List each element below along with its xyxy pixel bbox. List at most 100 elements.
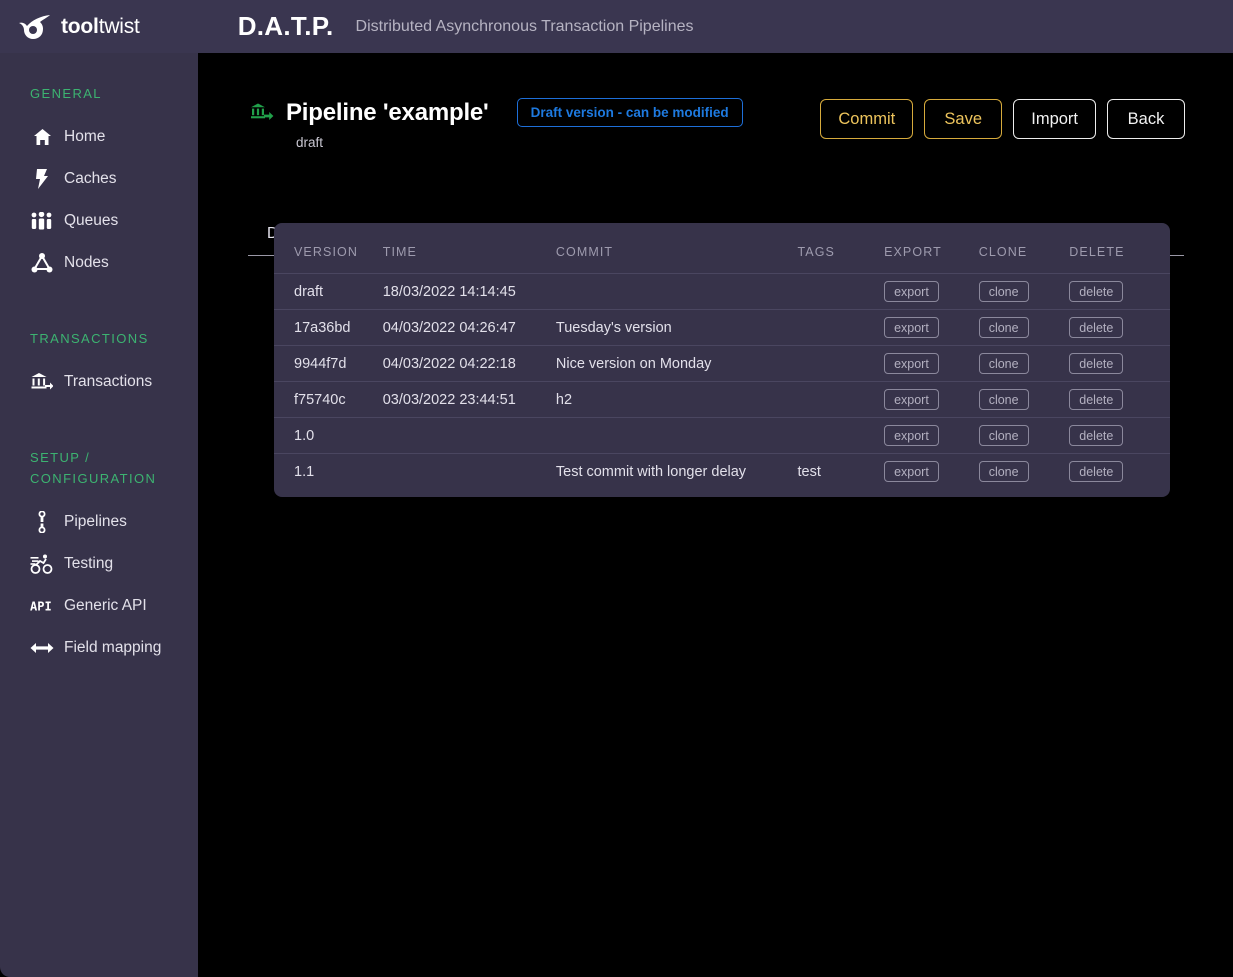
- delete-button[interactable]: delete: [1069, 317, 1124, 338]
- sidebar-item-label: Generic API: [64, 597, 147, 614]
- clone-button[interactable]: clone: [978, 461, 1029, 482]
- brand-text: tooltwist: [61, 15, 140, 39]
- cell-version: 17a36bd: [274, 309, 383, 346]
- cell-tags: [797, 273, 885, 310]
- delete-button[interactable]: delete: [1069, 281, 1124, 302]
- sidebar-item-label: Transactions: [64, 373, 153, 390]
- cell-delete: delete: [1069, 381, 1170, 418]
- lightning-bolt-icon: [30, 168, 54, 190]
- cell-export: export: [884, 273, 979, 310]
- sidebar-item-label: Home: [64, 128, 106, 145]
- api-icon: API: [30, 595, 54, 617]
- sidebar-section-transactions: TRANSACTIONS: [30, 331, 149, 346]
- delete-button[interactable]: delete: [1069, 389, 1124, 410]
- cell-tags: [797, 309, 885, 346]
- cell-commit: Tuesday's version: [555, 309, 798, 346]
- top-bar: tooltwist D.A.T.P. Distributed Asynchron…: [0, 0, 1233, 53]
- table-row[interactable]: f75740c 03/03/2022 23:44:51 h2 export clone d…: [274, 381, 1170, 418]
- table-body: draft 18/03/2022 14:14:45 export clone delet…: [274, 273, 1170, 489]
- table-row[interactable]: 17a36bd 04/03/2022 04:26:47 Tuesday's vers…: [274, 309, 1170, 346]
- cell-export: export: [884, 309, 979, 346]
- bank-transfer-icon: [251, 103, 274, 120]
- cell-commit: h2: [555, 381, 798, 418]
- sidebar-item-label: Field mapping: [64, 639, 162, 656]
- status-badge: Draft version - can be modified: [516, 98, 743, 127]
- app-window: tooltwist D.A.T.P. Distributed Asynchron…: [0, 0, 1233, 977]
- export-button[interactable]: export: [884, 389, 939, 410]
- clone-button[interactable]: clone: [978, 389, 1029, 410]
- svg-text:API: API: [30, 600, 52, 614]
- sidebar-item-label: Testing: [64, 555, 114, 572]
- network-nodes-icon: [30, 252, 54, 274]
- export-button[interactable]: export: [884, 281, 939, 302]
- app-subtitle: Distributed Asynchronous Transaction Pip…: [355, 17, 694, 35]
- cell-time: [382, 417, 556, 454]
- sidebar-item-caches[interactable]: Caches: [0, 158, 198, 200]
- page-title: Pipeline 'example': [286, 98, 489, 126]
- brand-name-light: twist: [98, 14, 140, 38]
- table-row[interactable]: 9944f7d 04/03/2022 04:22:18 Nice version o…: [274, 345, 1170, 382]
- delete-button[interactable]: delete: [1069, 425, 1124, 446]
- brand-logo-group[interactable]: tooltwist: [17, 14, 140, 40]
- cell-time: 18/03/2022 14:14:45: [382, 273, 556, 310]
- sidebar-item-queues[interactable]: Queues: [0, 200, 198, 242]
- cell-tags: test: [797, 453, 885, 489]
- main-content: Pipeline 'example' Draft version - can b…: [198, 53, 1233, 977]
- sidebar-item-transactions[interactable]: Transactions: [0, 361, 198, 403]
- delete-button[interactable]: delete: [1069, 461, 1124, 482]
- table-row[interactable]: draft 18/03/2022 14:14:45 export clone delet…: [274, 273, 1170, 310]
- export-button[interactable]: export: [884, 425, 939, 446]
- save-button[interactable]: Save: [924, 99, 1003, 139]
- cell-export: export: [884, 345, 979, 382]
- cell-tags: [797, 417, 885, 454]
- column-header-delete: DELETE: [1069, 245, 1125, 259]
- flame-comet-icon: [19, 14, 50, 39]
- export-button[interactable]: export: [884, 353, 939, 374]
- delete-button[interactable]: delete: [1069, 353, 1124, 374]
- sidebar-item-label: Pipelines: [64, 513, 127, 530]
- column-header-version: VERSION: [294, 245, 358, 259]
- clone-button[interactable]: clone: [978, 425, 1029, 446]
- export-button[interactable]: export: [884, 317, 939, 338]
- cell-clone: clone: [978, 381, 1070, 418]
- import-button[interactable]: Import: [1013, 99, 1096, 139]
- home-icon: [30, 126, 54, 148]
- cell-export: export: [884, 453, 979, 489]
- commit-button[interactable]: Commit: [820, 99, 914, 139]
- table-row[interactable]: 1.0 export clone delete: [274, 417, 1170, 454]
- back-button[interactable]: Back: [1107, 99, 1185, 139]
- sidebar-section-setup-line1: SETUP /: [30, 450, 91, 465]
- cell-time: 04/03/2022 04:22:18: [382, 345, 556, 382]
- sidebar-item-field-mapping[interactable]: Field mapping: [0, 627, 198, 669]
- cell-commit: Test commit with longer delay: [555, 453, 798, 489]
- sidebar-item-generic-api[interactable]: API Generic API: [0, 585, 198, 627]
- table-header: VERSION TIME COMMIT TAGS EXPORT CLONE DE…: [274, 223, 1170, 274]
- export-button[interactable]: export: [884, 461, 939, 482]
- cyclist-icon: [30, 553, 54, 575]
- cell-version: 9944f7d: [274, 345, 383, 382]
- cell-export: export: [884, 381, 979, 418]
- table-row[interactable]: 1.1 Test commit with longer delay test expo…: [274, 453, 1170, 489]
- cell-clone: clone: [978, 453, 1070, 489]
- bank-transfer-icon: [30, 371, 54, 393]
- column-header-export: EXPORT: [884, 245, 942, 259]
- cell-commit: [555, 273, 798, 310]
- cell-delete: delete: [1069, 417, 1170, 454]
- sidebar-item-testing[interactable]: Testing: [0, 543, 198, 585]
- app-abbrev: D.A.T.P.: [237, 11, 334, 41]
- sidebar-item-pipelines[interactable]: Pipelines: [0, 501, 198, 543]
- cell-delete: delete: [1069, 453, 1170, 489]
- cell-clone: clone: [978, 309, 1070, 346]
- clone-button[interactable]: clone: [978, 353, 1029, 374]
- versions-table-card: VERSION TIME COMMIT TAGS EXPORT CLONE DE…: [274, 223, 1170, 497]
- cell-time: 03/03/2022 23:44:51: [382, 381, 556, 418]
- sidebar-item-label: Nodes: [64, 254, 109, 271]
- sidebar-item-home[interactable]: Home: [0, 116, 198, 158]
- cell-version: 1.1: [274, 453, 383, 489]
- cell-clone: clone: [978, 345, 1070, 382]
- clone-button[interactable]: clone: [978, 281, 1029, 302]
- clone-button[interactable]: clone: [978, 317, 1029, 338]
- sidebar-item-nodes[interactable]: Nodes: [0, 242, 198, 284]
- sidebar-section-setup-line2: CONFIGURATION: [30, 471, 157, 486]
